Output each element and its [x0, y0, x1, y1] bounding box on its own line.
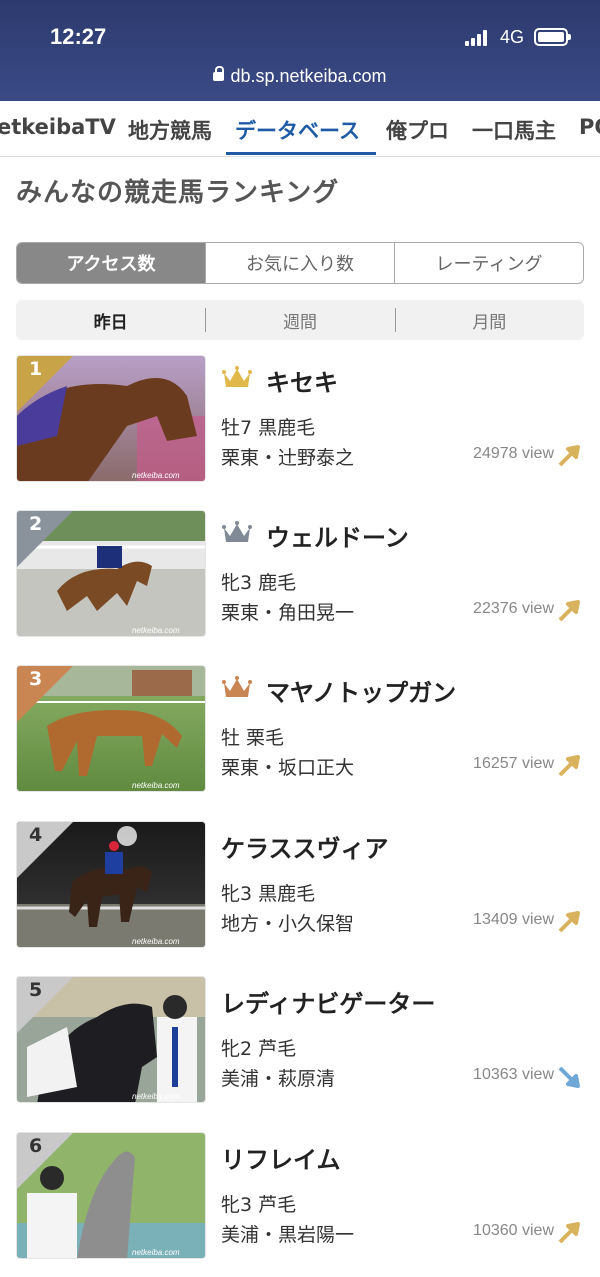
rank-badge	[17, 822, 73, 878]
trainer: 美浦・黒岩陽一	[221, 1224, 355, 1246]
view-count: 10363 view	[473, 1066, 554, 1083]
signal-icon	[465, 30, 491, 46]
period-weekly[interactable]: 週間	[205, 300, 394, 340]
trend-up-icon	[558, 600, 580, 622]
horse-name[interactable]: マヤノトップガン	[266, 673, 456, 708]
rank-number: 5	[29, 979, 43, 1001]
svg-text:netkeiba.com: netkeiba.com	[132, 1248, 180, 1257]
active-tab-indicator	[226, 152, 376, 155]
trend-up-icon	[558, 911, 580, 933]
trend-down-icon	[558, 1066, 580, 1088]
ranking-item[interactable]: netkeiba.com 2 ウェルドーン 牝3 鹿毛 栗東・角田晃一 2237…	[16, 510, 584, 638]
page-title: みんなの競走馬ランキング	[16, 178, 340, 208]
ranking-item[interactable]: netkeiba.com 3 マヤノトップガン 牡 栗毛 栗東・坂口正大 162…	[16, 665, 584, 793]
trend-up-icon	[558, 1222, 580, 1244]
browser-header: 12:27 4G db.sp.netkeiba.com	[0, 0, 600, 101]
svg-text:netkeiba.com: netkeiba.com	[132, 937, 180, 946]
top-nav: netkeibaTV 地方競馬 データベース 俺プロ 一口馬主 PO	[0, 101, 600, 157]
svg-text:netkeiba.com: netkeiba.com	[132, 781, 180, 790]
rank-number: 2	[29, 513, 43, 535]
horse-photo: netkeiba.com 2	[16, 510, 206, 637]
period-yesterday[interactable]: 昨日	[16, 300, 205, 340]
ranking-item[interactable]: netkeiba.com 6 リフレイム 牝3 芦毛 美浦・黒岩陽一 10360…	[16, 1132, 584, 1260]
ranking-item[interactable]: netkeiba.com 5 レディナビゲーター 牝2 芦毛 美浦・萩原清 10…	[16, 976, 584, 1104]
status-time: 12:27	[50, 24, 107, 49]
svg-text:netkeiba.com: netkeiba.com	[132, 626, 180, 635]
view-count: 16257 view	[473, 755, 554, 772]
sex-age-color: 牝2 芦毛	[221, 1038, 297, 1060]
svg-text:netkeiba.com: netkeiba.com	[132, 471, 180, 480]
tab-ore-pro[interactable]: 俺プロ	[386, 115, 449, 145]
rank-badge	[17, 1133, 73, 1189]
trainer: 栗東・坂口正大	[221, 757, 355, 779]
tab-database[interactable]: データベース	[235, 115, 360, 145]
horse-photo: netkeiba.com 6	[16, 1132, 206, 1259]
period-monthly[interactable]: 月間	[394, 300, 584, 340]
horse-name[interactable]: ウェルドーン	[266, 518, 409, 553]
horse-photo: netkeiba.com 3	[16, 665, 206, 792]
sex-age-color: 牝3 鹿毛	[221, 572, 297, 594]
sex-age-color: 牝3 芦毛	[221, 1194, 297, 1216]
view-count: 13409 view	[473, 911, 554, 928]
ranking-item[interactable]: netkeiba.com 1 キセキ 牡7 黒鹿毛 栗東・辻野泰之 24978 …	[16, 355, 584, 483]
address-bar[interactable]: db.sp.netkeiba.com	[0, 66, 600, 87]
tab-local-racing[interactable]: 地方競馬	[128, 115, 212, 145]
trainer: 栗東・角田晃一	[221, 602, 355, 624]
battery-icon	[534, 28, 571, 46]
rank-number: 1	[29, 358, 43, 380]
lock-icon	[213, 66, 225, 81]
trend-up-icon	[558, 755, 580, 777]
metric-segment: アクセス数 お気に入り数 レーティング	[16, 242, 584, 284]
period-selector: 昨日 週間 月間	[16, 300, 584, 340]
horse-name[interactable]: ケラススヴィア	[221, 829, 389, 864]
trainer: 地方・小久保智	[221, 913, 355, 935]
sex-age-color: 牝3 黒鹿毛	[221, 883, 316, 905]
url-text: db.sp.netkeiba.com	[230, 66, 387, 86]
segment-favorites[interactable]: お気に入り数	[206, 243, 395, 283]
rank-badge	[17, 666, 73, 722]
rank-number: 4	[29, 824, 43, 846]
rank-badge	[17, 356, 73, 412]
tab-netkeibatv[interactable]: netkeibaTV	[0, 115, 116, 139]
horse-name[interactable]: レディナビゲーター	[221, 984, 435, 1019]
ranking-item[interactable]: netkeiba.com 4 ケラススヴィア 牝3 黒鹿毛 地方・小久保智 13…	[16, 821, 584, 949]
crown-silver-icon	[222, 521, 252, 542]
horse-name[interactable]: キセキ	[266, 363, 338, 398]
svg-text:netkeiba.com: netkeiba.com	[132, 1092, 180, 1101]
rank-number: 3	[29, 668, 43, 690]
crown-bronze-icon	[222, 676, 252, 697]
tab-po[interactable]: PO	[579, 115, 600, 139]
network-type: 4G	[500, 27, 525, 47]
rank-number: 6	[29, 1135, 43, 1157]
trainer: 栗東・辻野泰之	[221, 447, 355, 469]
horse-photo: netkeiba.com 4	[16, 821, 206, 948]
trainer: 美浦・萩原清	[221, 1068, 336, 1090]
view-count: 10360 view	[473, 1222, 554, 1239]
sex-age-color: 牡 栗毛	[221, 727, 285, 749]
sex-age-color: 牡7 黒鹿毛	[221, 417, 316, 439]
horse-name[interactable]: リフレイム	[221, 1140, 341, 1175]
trend-up-icon	[558, 445, 580, 467]
horse-photo: netkeiba.com 1	[16, 355, 206, 482]
view-count: 22376 view	[473, 600, 554, 617]
crown-gold-icon	[222, 366, 252, 387]
horse-photo: netkeiba.com 5	[16, 976, 206, 1103]
segment-access[interactable]: アクセス数	[17, 243, 206, 283]
view-count: 24978 view	[473, 445, 554, 462]
rank-badge	[17, 977, 73, 1033]
tab-hitokuchi[interactable]: 一口馬主	[472, 115, 556, 145]
segment-rating[interactable]: レーティング	[395, 243, 583, 283]
rank-badge	[17, 511, 73, 567]
